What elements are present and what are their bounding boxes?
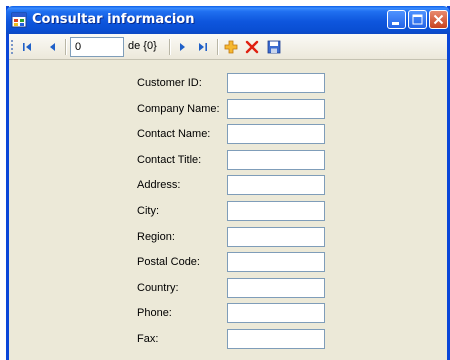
- save-icon: [267, 40, 281, 54]
- move-last-button[interactable]: [194, 38, 212, 56]
- binding-navigator-toolbar: de {0}: [9, 34, 447, 60]
- title-bar[interactable]: Consultar informacion: [6, 6, 450, 34]
- move-previous-button[interactable]: [44, 38, 62, 56]
- customer-form: Customer ID: Company Name: Contact Name: Co…: [9, 60, 447, 360]
- field-label: Address:: [137, 179, 181, 192]
- move-next-button[interactable]: [173, 38, 191, 56]
- move-first-icon: [23, 43, 31, 51]
- add-new-icon: [224, 40, 238, 54]
- count-label: de {0}: [128, 40, 157, 52]
- field-input[interactable]: [227, 303, 325, 324]
- app-icon: [11, 12, 27, 28]
- maximize-button[interactable]: [408, 10, 427, 29]
- field-label: Region:: [137, 230, 175, 243]
- field-label: Postal Code:: [137, 256, 200, 269]
- field-input[interactable]: [227, 175, 325, 196]
- field-input[interactable]: [227, 98, 325, 119]
- field-label: Phone:: [137, 307, 172, 320]
- field-label: Fax:: [137, 333, 159, 345]
- move-first-button[interactable]: [18, 38, 36, 56]
- toolbar-grip-icon[interactable]: [11, 40, 14, 54]
- toolbar-separator: [217, 39, 219, 55]
- field-input[interactable]: [227, 73, 325, 93]
- move-last-icon: [199, 43, 207, 51]
- toolbar-separator: [65, 39, 67, 55]
- save-button[interactable]: [265, 38, 283, 56]
- field-input[interactable]: [227, 226, 325, 247]
- field-input[interactable]: [227, 277, 325, 298]
- window-title: Consultar informacion: [32, 12, 195, 27]
- move-next-icon: [180, 43, 185, 51]
- field-input[interactable]: [227, 149, 325, 170]
- close-icon: [433, 14, 444, 25]
- field-label: Company Name:: [137, 102, 220, 115]
- field-label: Contact Title:: [137, 153, 202, 166]
- position-input[interactable]: [70, 37, 124, 57]
- field-label: Country:: [137, 281, 179, 294]
- field-input[interactable]: [227, 201, 325, 221]
- add-new-button[interactable]: [222, 38, 240, 56]
- field-input[interactable]: [227, 124, 325, 145]
- delete-button[interactable]: [243, 38, 261, 56]
- field-label: City:: [137, 205, 159, 217]
- move-previous-icon: [50, 43, 55, 51]
- delete-icon: [245, 40, 259, 54]
- field-input[interactable]: [227, 329, 325, 349]
- field-label: Customer ID:: [137, 77, 202, 89]
- main-window: Consultar informacion 0 de {0} Customer …: [6, 6, 450, 360]
- field-label: Contact Name:: [137, 128, 211, 141]
- maximize-icon: [412, 14, 423, 25]
- minimize-button[interactable]: [387, 10, 406, 29]
- field-input[interactable]: [227, 252, 325, 273]
- toolbar-separator: [169, 39, 171, 55]
- minimize-icon: [392, 22, 399, 25]
- close-button[interactable]: [429, 10, 448, 29]
